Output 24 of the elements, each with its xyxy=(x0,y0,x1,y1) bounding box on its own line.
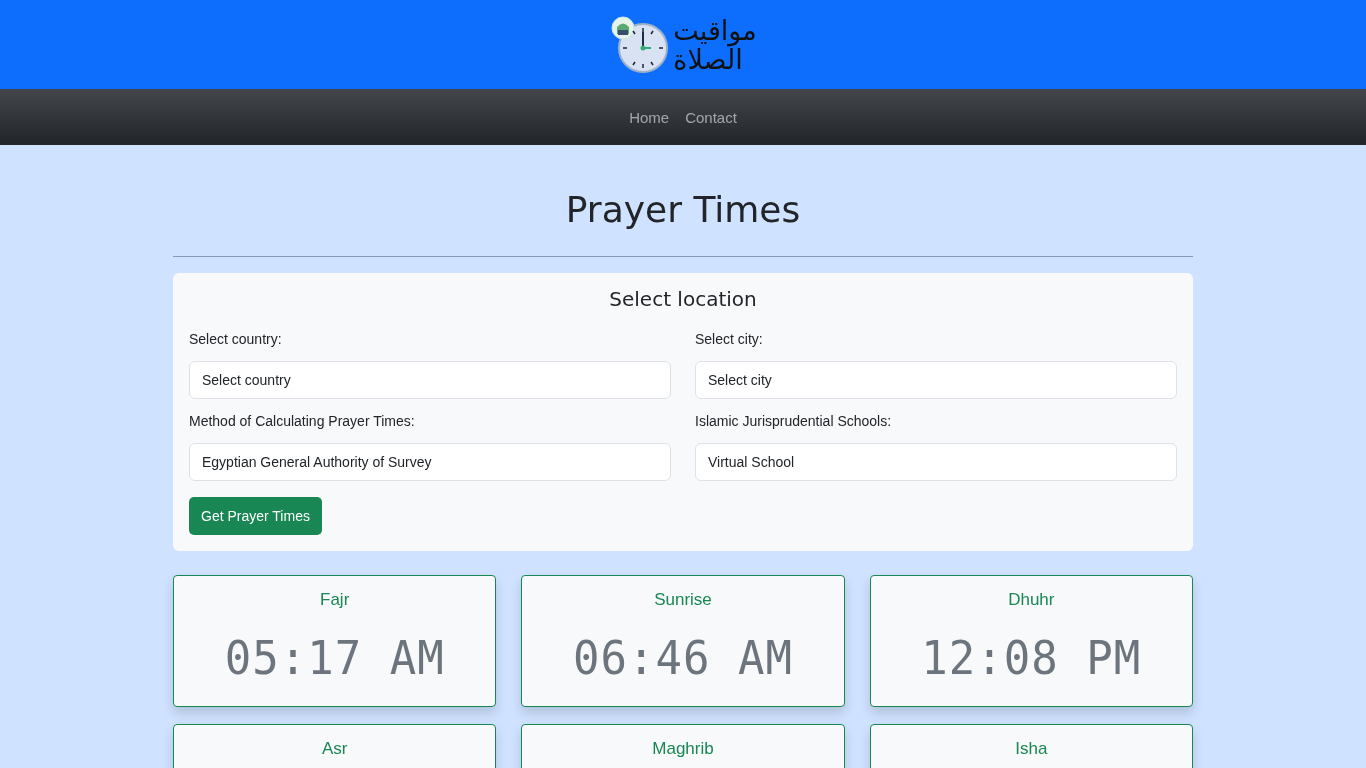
select-field[interactable]: Egyptian General Authority of Survey xyxy=(189,443,671,481)
prayer-name: Sunrise xyxy=(654,590,712,610)
prayer-name: Asr xyxy=(321,739,348,759)
field-label: Islamic Jurisprudential Schools: xyxy=(695,413,893,429)
nav-link[interactable]: Contact xyxy=(685,108,737,126)
prayer-time: 05:17 AM xyxy=(224,630,445,685)
logo-text: مواقيت الصلاة xyxy=(673,15,757,74)
prayer-name: Fajr xyxy=(320,590,350,610)
clock-icon xyxy=(609,15,670,74)
prayer-time: 06:46 AM xyxy=(573,630,793,685)
select-field[interactable]: Virtual School xyxy=(695,443,1177,481)
field-label: Select country: xyxy=(189,331,283,347)
select-field[interactable]: Select city xyxy=(695,361,1177,399)
prayer-name: Isha xyxy=(1015,739,1048,759)
field-label: Method of Calculating Prayer Times: xyxy=(189,413,416,429)
prayer-name: Maghrib xyxy=(652,739,714,759)
field-label: Select city: xyxy=(695,331,764,347)
prayer-name: Dhuhr xyxy=(1008,590,1055,610)
nav-link[interactable]: Home xyxy=(629,108,670,126)
get-times-button[interactable]: Get Prayer Times xyxy=(189,497,322,535)
card-title: Select location xyxy=(608,287,758,311)
select-field[interactable]: Select country xyxy=(189,361,671,399)
prayer-time: 12:08 PM xyxy=(921,630,1142,685)
page-title: Prayer Times xyxy=(564,189,802,230)
